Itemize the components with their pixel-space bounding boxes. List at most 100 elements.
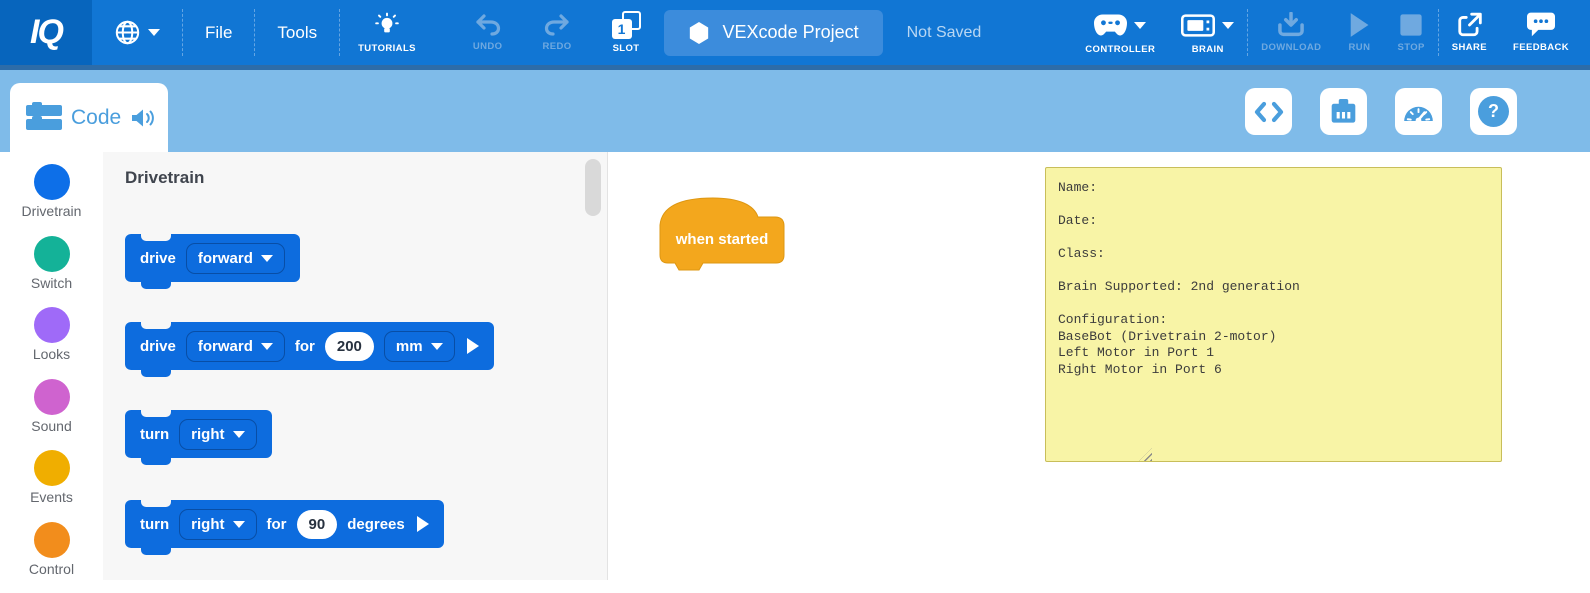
tab-code[interactable]: Code: [10, 83, 168, 152]
run-label: RUN: [1349, 42, 1371, 53]
hexagon-icon: [688, 21, 710, 45]
dropdown-value: forward: [198, 338, 253, 355]
block-turn[interactable]: turn right: [125, 410, 272, 458]
download-label: DOWNLOAD: [1261, 42, 1321, 53]
stop-icon: [1399, 12, 1423, 38]
stop-label: STOP: [1397, 42, 1424, 53]
share-button[interactable]: SHARE: [1439, 0, 1500, 65]
stop-button[interactable]: STOP: [1384, 0, 1437, 65]
monitor-console-button[interactable]: [1395, 88, 1442, 135]
dropdown-value: right: [191, 426, 224, 443]
undo-label: UNDO: [473, 41, 503, 52]
category-color-dot: [34, 164, 70, 200]
sidebar-item-sound[interactable]: Sound: [0, 379, 103, 451]
category-color-dot: [34, 236, 70, 272]
gamepad-icon: [1094, 14, 1127, 36]
block-text: turn: [140, 426, 169, 443]
block-text: turn: [140, 516, 169, 533]
download-button[interactable]: DOWNLOAD: [1248, 0, 1334, 65]
direction-dropdown[interactable]: forward: [186, 243, 285, 274]
block-text: drive: [140, 250, 176, 267]
slot-button[interactable]: 1 SLOT: [599, 0, 654, 65]
block-text: for: [267, 516, 287, 533]
tools-menu-label: Tools: [277, 23, 317, 43]
block-text: drive: [140, 338, 176, 355]
chevron-down-icon: [1222, 22, 1234, 29]
feedback-button[interactable]: FEEDBACK: [1500, 0, 1582, 65]
redo-label: REDO: [542, 41, 571, 52]
dropdown-caret-icon: [431, 343, 443, 350]
tutorials-button[interactable]: TUTORIALS: [340, 0, 434, 65]
palette-scrollbar[interactable]: [585, 159, 601, 216]
category-label: Events: [30, 489, 73, 505]
chevron-down-icon: [148, 29, 160, 36]
category-label: Switch: [31, 275, 72, 291]
redo-icon: [544, 13, 570, 37]
block-drive-for[interactable]: drive forward for 200 mm: [125, 322, 494, 370]
globe-icon: [114, 19, 141, 46]
file-menu[interactable]: File: [183, 0, 254, 65]
tools-menu[interactable]: Tools: [255, 0, 339, 65]
tab-bar: Code: [0, 70, 1590, 152]
block-text: degrees: [347, 516, 405, 533]
direction-dropdown[interactable]: forward: [186, 331, 285, 362]
project-note[interactable]: Name: Date: Class: Brain Supported: 2nd …: [1045, 167, 1502, 462]
palette-section-header: Drivetrain: [125, 168, 204, 188]
distance-input[interactable]: 200: [325, 332, 374, 361]
category-color-dot: [34, 307, 70, 343]
expand-arrow-icon[interactable]: [467, 338, 479, 354]
turn-direction-dropdown[interactable]: right: [179, 509, 256, 540]
block-drive[interactable]: drive forward: [125, 234, 300, 282]
slot-label: SLOT: [613, 43, 640, 54]
feedback-bubble-icon: [1527, 12, 1555, 38]
save-status: Not Saved: [907, 24, 982, 42]
redo-button[interactable]: REDO: [529, 0, 584, 65]
units-dropdown[interactable]: mm: [384, 331, 455, 362]
code-angle-brackets-icon: [1254, 100, 1284, 124]
top-toolbar: IQ File Tools: [0, 0, 1590, 70]
dropdown-caret-icon: [261, 255, 273, 262]
slot-icon: 1: [612, 11, 641, 39]
tutorials-label: TUTORIALS: [358, 43, 416, 54]
code-viewer-button[interactable]: [1245, 88, 1292, 135]
when-started-block[interactable]: when started: [655, 195, 789, 273]
angle-input[interactable]: 90: [297, 510, 338, 539]
project-name-button[interactable]: VEXcode Project: [664, 10, 883, 56]
vex-iq-logo: IQ: [0, 0, 92, 65]
slot-number: 1: [612, 19, 632, 39]
workspace-canvas[interactable]: when started Name: Date: Class: Brain Su…: [608, 152, 1590, 580]
device-manager-button[interactable]: [1320, 88, 1367, 135]
sidebar-item-events[interactable]: Events: [0, 450, 103, 522]
controller-button[interactable]: CONTROLLER: [1072, 0, 1168, 65]
lightbulb-icon: [374, 12, 400, 39]
expand-arrow-icon[interactable]: [417, 516, 429, 532]
block-text: for: [295, 338, 315, 355]
undo-button[interactable]: UNDO: [460, 0, 516, 65]
sidebar-item-control[interactable]: Control: [0, 522, 103, 593]
dropdown-caret-icon: [233, 431, 245, 438]
block-palette: Drivetrain drive forward drive forward f…: [103, 152, 608, 580]
category-color-dot: [34, 522, 70, 558]
help-button[interactable]: ?: [1470, 88, 1517, 135]
language-menu[interactable]: [92, 0, 182, 65]
file-menu-label: File: [205, 23, 232, 43]
category-color-dot: [34, 379, 70, 415]
gauge-icon: [1403, 99, 1434, 124]
workspace-toolbar: ?: [1245, 88, 1517, 135]
run-button[interactable]: RUN: [1334, 0, 1384, 65]
device-box-icon: [1329, 99, 1358, 125]
sidebar-item-drivetrain[interactable]: Drivetrain: [0, 164, 103, 236]
sidebar-item-looks[interactable]: Looks: [0, 307, 103, 379]
sidebar-item-switch[interactable]: Switch: [0, 236, 103, 308]
block-turn-for[interactable]: turn right for 90 degrees: [125, 500, 444, 548]
play-icon: [1347, 12, 1371, 38]
dropdown-caret-icon: [233, 521, 245, 528]
brain-button[interactable]: BRAIN: [1168, 0, 1247, 65]
dropdown-value: forward: [198, 250, 253, 267]
share-label: SHARE: [1452, 42, 1487, 53]
main-area: Drivetrain Switch Looks Sound Events Con…: [0, 152, 1590, 580]
question-mark-icon: ?: [1478, 96, 1509, 127]
turn-direction-dropdown[interactable]: right: [179, 419, 256, 450]
category-color-dot: [34, 450, 70, 486]
dropdown-value: right: [191, 516, 224, 533]
